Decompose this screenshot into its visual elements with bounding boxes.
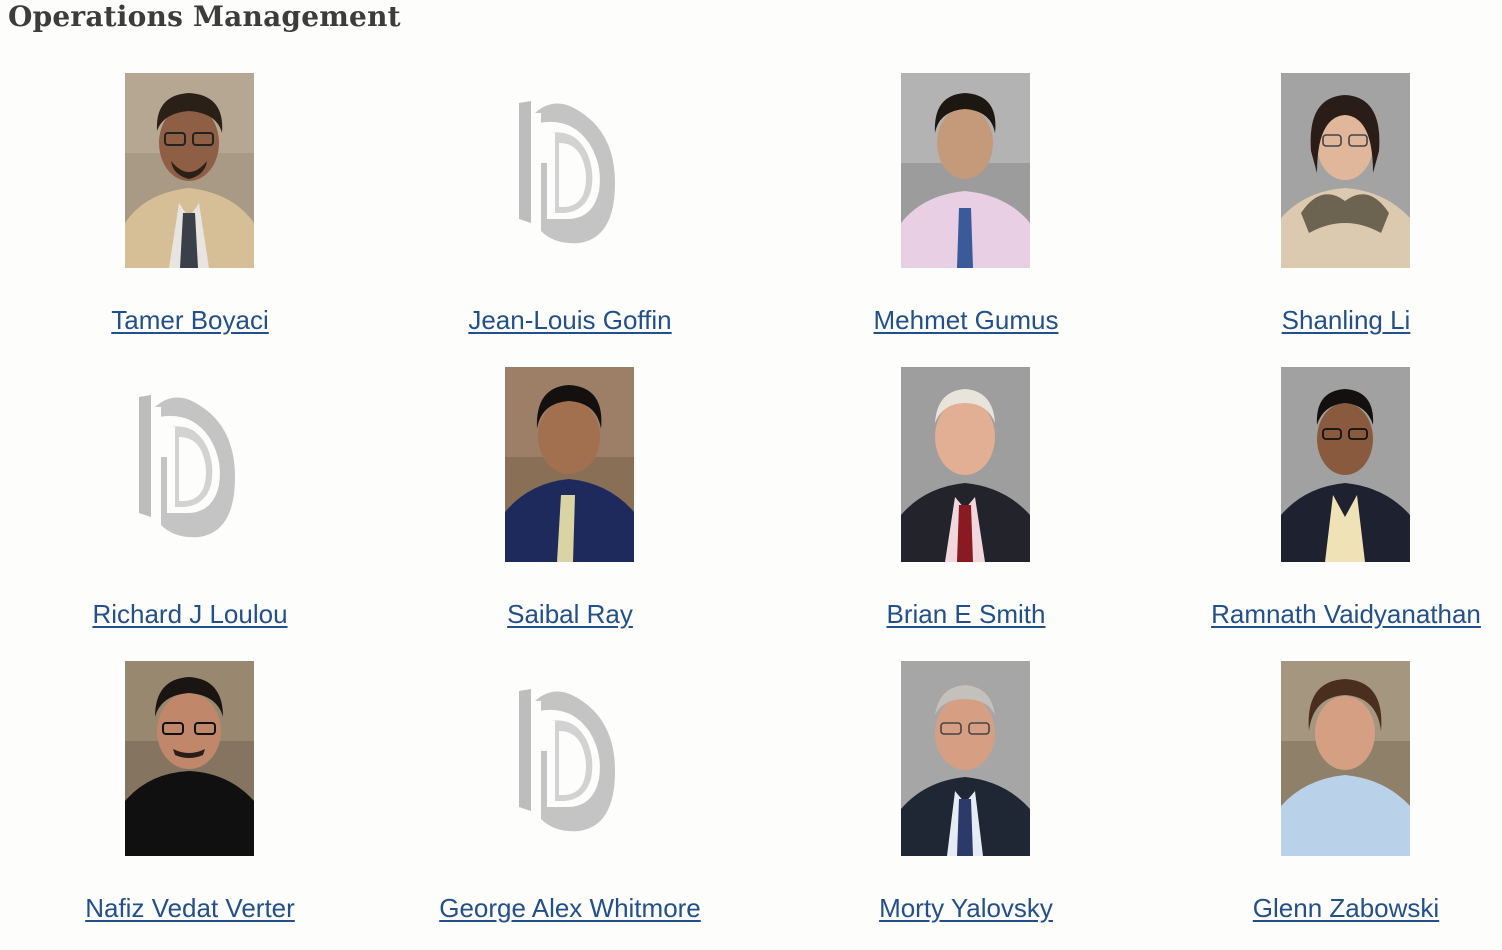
faculty-card: Ramnath Vaidyanathan (1156, 367, 1502, 657)
placeholder-logo-icon[interactable] (505, 73, 634, 268)
faculty-card: Jean-Louis Goffin (380, 73, 760, 363)
faculty-photo[interactable] (125, 661, 254, 856)
faculty-photo[interactable] (1281, 661, 1410, 856)
faculty-name-link[interactable]: Glenn Zabowski (1156, 891, 1502, 925)
faculty-card: Brian E Smith (776, 367, 1156, 657)
faculty-name-link[interactable]: Morty Yalovsky (776, 891, 1156, 925)
placeholder-logo-icon[interactable] (505, 661, 634, 856)
section-title: Operations Management (8, 0, 401, 33)
faculty-card: Richard J Loulou (0, 367, 380, 657)
faculty-name-link[interactable]: Nafiz Vedat Verter (0, 891, 380, 925)
placeholder-logo-icon[interactable] (125, 367, 254, 562)
faculty-card: Shanling Li (1156, 73, 1502, 363)
faculty-card: Glenn Zabowski (1156, 661, 1502, 950)
faculty-photo[interactable] (901, 73, 1030, 268)
faculty-photo[interactable] (125, 73, 254, 268)
faculty-photo[interactable] (901, 661, 1030, 856)
faculty-name-link[interactable]: Ramnath Vaidyanathan (1156, 597, 1502, 631)
faculty-card: Mehmet Gumus (776, 73, 1156, 363)
faculty-photo[interactable] (1281, 367, 1410, 562)
faculty-photo[interactable] (505, 367, 634, 562)
faculty-name-link[interactable]: Saibal Ray (380, 597, 760, 631)
faculty-card: George Alex Whitmore (380, 661, 760, 950)
faculty-photo[interactable] (1281, 73, 1410, 268)
faculty-card: Saibal Ray (380, 367, 760, 657)
faculty-name-link[interactable]: Jean-Louis Goffin (380, 303, 760, 337)
faculty-card: Nafiz Vedat Verter (0, 661, 380, 950)
faculty-name-link[interactable]: Brian E Smith (776, 597, 1156, 631)
faculty-photo[interactable] (901, 367, 1030, 562)
faculty-name-link[interactable]: Shanling Li (1156, 303, 1502, 337)
faculty-name-link[interactable]: George Alex Whitmore (380, 891, 760, 925)
faculty-card: Morty Yalovsky (776, 661, 1156, 950)
faculty-name-link[interactable]: Mehmet Gumus (776, 303, 1156, 337)
faculty-name-link[interactable]: Tamer Boyaci (0, 303, 380, 337)
faculty-name-link[interactable]: Richard J Loulou (0, 597, 380, 631)
faculty-page: Operations Management Tamer Boyaci Jean-… (0, 0, 1502, 950)
faculty-card: Tamer Boyaci (0, 73, 380, 363)
